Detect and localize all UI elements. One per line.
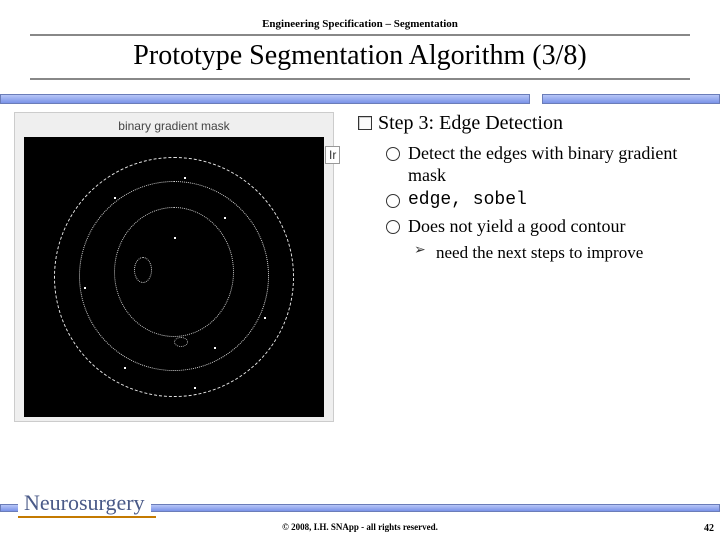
figure-corner-label: Ir [325, 146, 340, 164]
list-item: Detect the edges with binary gradient ma… [386, 143, 706, 186]
figure-caption: binary gradient mask [19, 117, 329, 137]
footer-logo-underline [18, 516, 156, 518]
checkbox-bullet-icon [358, 116, 372, 130]
list-item: Does not yield a good contour [386, 216, 706, 238]
divider-bar [0, 94, 720, 104]
text-column: Step 3: Edge Detection Detect the edges … [334, 112, 706, 422]
page-number: 42 [704, 523, 714, 534]
content-area: binary gradient mask Step 3: Edge Det [0, 104, 720, 422]
footer-logo: Neurosurgery [18, 490, 151, 516]
sub-list-item: need the next steps to improve [414, 243, 706, 263]
figure-column: binary gradient mask [14, 112, 334, 422]
step-heading-text: Step 3: Edge Detection [378, 112, 563, 134]
figure-image [24, 137, 324, 417]
slide-header: Engineering Specification – Segmentation… [0, 0, 720, 80]
bullet-list: Detect the edges with binary gradient ma… [386, 143, 706, 264]
page-title: Prototype Segmentation Algorithm (3/8) [30, 34, 690, 80]
figure-box: binary gradient mask [14, 112, 334, 422]
list-item: edge, sobel [386, 190, 706, 212]
step-heading: Step 3: Edge Detection [358, 112, 706, 135]
copyright-text: © 2008, I.H. SNApp - all rights reserved… [0, 522, 720, 532]
breadcrumb: Engineering Specification – Segmentation [0, 18, 720, 30]
